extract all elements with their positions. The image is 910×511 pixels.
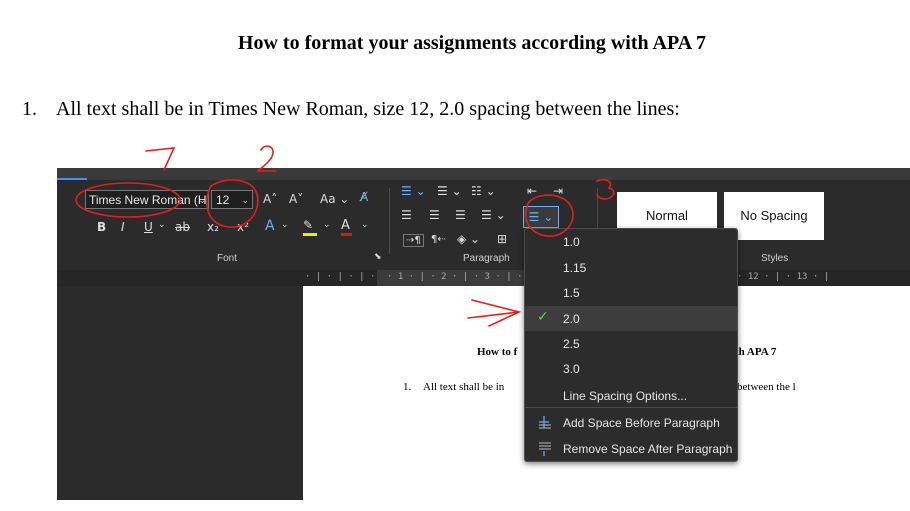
- decrease-indent-icon[interactable]: ⇤: [527, 184, 537, 198]
- menu-item-label: 1.15: [563, 261, 587, 275]
- menu-item-label: 1.5: [563, 286, 580, 300]
- preview-heading-left: How to f: [477, 346, 518, 358]
- spacing-option-1-5[interactable]: 1.5: [525, 280, 737, 305]
- bold-button[interactable]: B: [97, 220, 106, 234]
- borders-icon[interactable]: ⊞: [497, 232, 507, 246]
- spacing-option-1-15[interactable]: 1.15: [525, 255, 737, 280]
- align-left-icon[interactable]: ☰: [401, 208, 412, 222]
- chevron-down-icon: ⌄: [241, 195, 249, 205]
- annotation-number-1: [145, 147, 176, 171]
- spacing-option-1-0[interactable]: 1.0: [525, 229, 737, 254]
- underline-button[interactable]: U: [144, 220, 153, 234]
- preview-line-number: 1.: [403, 381, 412, 393]
- font-name-value: Times New Roman (H: [89, 193, 207, 207]
- divider: [389, 188, 390, 254]
- document-margin-area: [57, 286, 303, 500]
- preview-line-right: between the l: [737, 381, 796, 393]
- text-effects-icon[interactable]: A: [265, 218, 275, 234]
- highlight-icon[interactable]: ✎: [303, 218, 317, 236]
- menu-item-label: 2.0: [563, 312, 580, 326]
- add-space-before-icon: [537, 414, 553, 433]
- document-title: How to format your assignments according…: [237, 32, 707, 54]
- multilevel-list-icon[interactable]: ☷ ⌄: [471, 184, 496, 198]
- ltr-icon[interactable]: ⇢¶: [403, 234, 424, 247]
- menu-item-label: 1.0: [563, 235, 580, 249]
- bullets-icon[interactable]: ☰ ⌄: [401, 184, 426, 198]
- clear-formatting-icon[interactable]: A̸: [360, 190, 368, 204]
- shading-icon[interactable]: ◈ ⌄: [457, 232, 480, 246]
- italic-button[interactable]: I: [121, 220, 125, 234]
- word-screenshot: Times New Roman (H ⌄ 12 ⌄ A˄ A˅ Aa ⌄ A̸ …: [57, 168, 910, 500]
- spacing-option-2-0[interactable]: ✓ 2.0: [525, 306, 737, 331]
- font-dialog-launcher-icon[interactable]: ⬊: [374, 252, 382, 262]
- increase-indent-icon[interactable]: ⇥: [553, 184, 563, 198]
- ruler-ticks-center: · 1 · | · 2 · | · 3 · | · 4 ·: [387, 272, 545, 282]
- list-number: 1.: [22, 98, 37, 120]
- styles-group-label: Styles: [761, 253, 789, 264]
- chevron-down-icon[interactable]: ⌄: [281, 220, 289, 230]
- list-item-text: All text shall be in Times New Roman, si…: [56, 98, 680, 120]
- menu-item-label: 3.0: [563, 362, 580, 376]
- checkmark-icon: ✓: [537, 309, 549, 325]
- ruler-ticks-right: · 12 · | · 13 · |: [737, 272, 830, 282]
- chevron-down-icon: ⌄: [198, 195, 206, 205]
- chevron-down-icon[interactable]: ⌄: [361, 220, 369, 230]
- preview-heading-right: th APA 7: [735, 346, 777, 358]
- font-size-dropdown[interactable]: 12 ⌄: [211, 190, 253, 209]
- ruler[interactable]: · | · | · | · · 1 · | · 2 · | · 3 · | · …: [57, 270, 910, 286]
- paragraph-group-label: Paragraph: [463, 253, 510, 264]
- menu-item-label: Remove Space After Paragraph: [563, 442, 733, 456]
- list-item: 1. All text shall be in Times New Roman, …: [22, 98, 680, 121]
- remove-space-after-icon: [537, 440, 553, 459]
- spacing-option-3-0[interactable]: 3.0: [525, 356, 737, 381]
- line-spacing-options-link[interactable]: Line Spacing Options...: [525, 383, 737, 408]
- menu-divider: [525, 407, 737, 408]
- remove-space-after-item[interactable]: Remove Space After Paragraph: [525, 436, 737, 461]
- superscript-button[interactable]: x²: [237, 220, 249, 234]
- strikethrough-button[interactable]: ab: [175, 220, 190, 234]
- line-spacing-menu: 1.0 1.15 1.5 ✓ 2.0 2.5 3.0 Line Spacing O…: [524, 228, 738, 462]
- subscript-button[interactable]: x₂: [207, 220, 219, 234]
- font-color-icon[interactable]: A: [341, 218, 352, 236]
- shrink-font-button[interactable]: A˅: [289, 192, 303, 206]
- numbering-icon[interactable]: ☰ ⌄: [437, 184, 462, 198]
- font-size-value: 12: [216, 193, 230, 207]
- align-right-icon[interactable]: ☰: [455, 208, 466, 222]
- menu-item-label: Line Spacing Options...: [563, 389, 688, 403]
- font-group-label: Font: [217, 253, 238, 264]
- font-name-dropdown[interactable]: Times New Roman (H ⌄: [85, 190, 209, 209]
- justify-icon[interactable]: ☰ ⌄: [481, 208, 506, 222]
- style-no-spacing[interactable]: No Spacing: [724, 192, 824, 240]
- chevron-down-icon[interactable]: ⌄: [158, 220, 166, 230]
- add-space-before-item[interactable]: Add Space Before Paragraph: [525, 410, 737, 435]
- rtl-icon[interactable]: ¶⇠: [431, 234, 446, 245]
- grow-font-button[interactable]: A˄: [263, 192, 277, 206]
- menu-item-label: Add Space Before Paragraph: [563, 416, 720, 430]
- preview-line-left: All text shall be in: [423, 381, 505, 393]
- chevron-down-icon[interactable]: ⌄: [323, 220, 331, 230]
- align-center-icon[interactable]: ☰: [429, 208, 440, 222]
- ribbon-tab-strip: [57, 168, 910, 180]
- ruler-ticks-left: · | · | · | ·: [305, 272, 376, 282]
- change-case-button[interactable]: Aa ⌄: [320, 192, 349, 206]
- menu-item-label: 2.5: [563, 337, 580, 351]
- change-case-label: Aa: [320, 192, 336, 206]
- spacing-option-2-5[interactable]: 2.5: [525, 331, 737, 356]
- line-spacing-button[interactable]: ☰ ⌄: [523, 206, 559, 228]
